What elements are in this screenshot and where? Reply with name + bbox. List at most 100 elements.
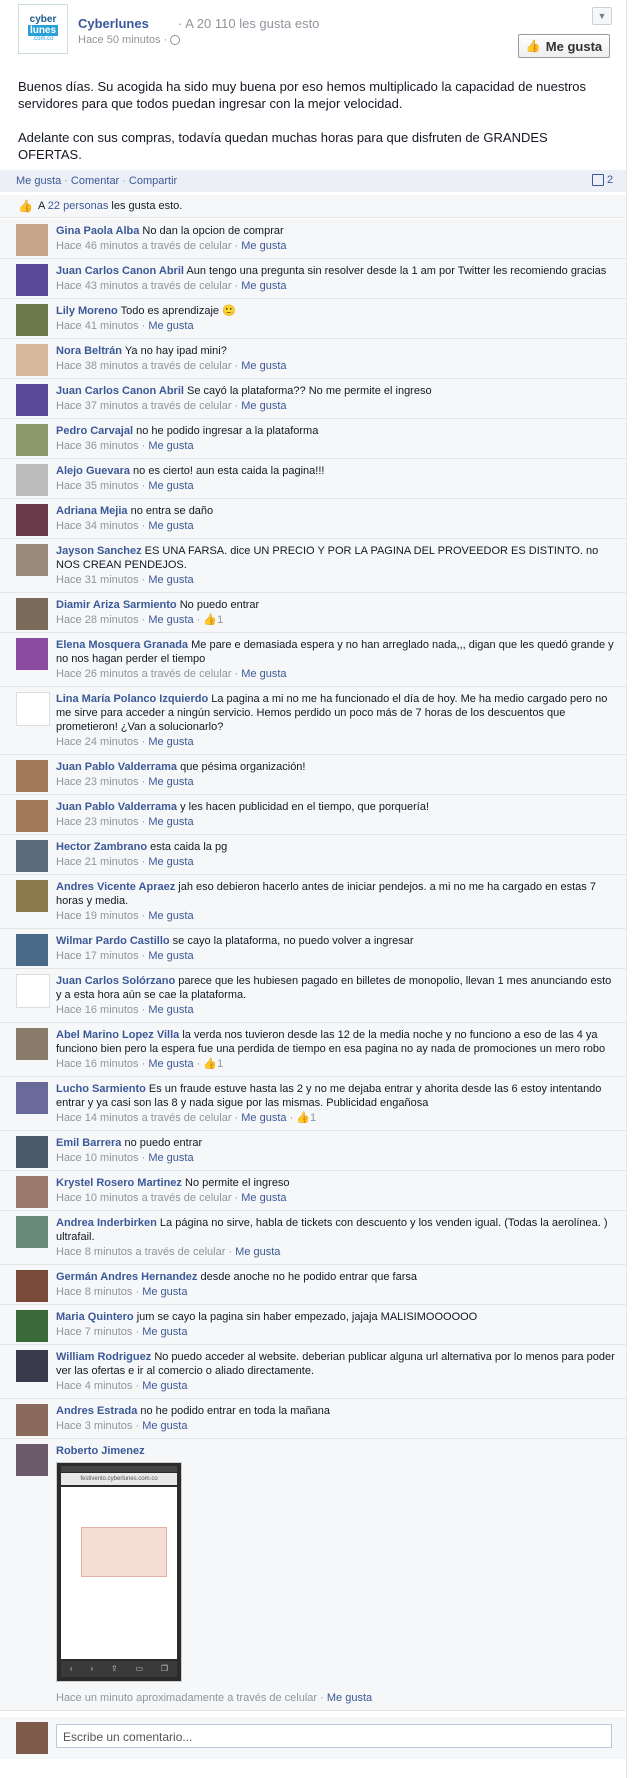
avatar[interactable]: [16, 1176, 48, 1208]
commenter-name-link[interactable]: Lily Moreno: [56, 305, 118, 317]
avatar[interactable]: [16, 880, 48, 912]
avatar[interactable]: [16, 384, 48, 416]
commenter-name-link[interactable]: Nora Beltrán: [56, 345, 122, 357]
avatar[interactable]: [16, 598, 48, 630]
comment-like-link[interactable]: Me gusta: [142, 1326, 187, 1338]
comment-like-link[interactable]: Me gusta: [148, 574, 193, 586]
commenter-name-link[interactable]: Andres Vicente Apraez: [56, 881, 175, 893]
avatar[interactable]: [16, 692, 50, 726]
avatar[interactable]: [16, 1270, 48, 1302]
commenter-name-link[interactable]: Juan Pablo Valderrama: [56, 761, 177, 773]
commenter-name-link[interactable]: Pedro Carvajal: [56, 425, 133, 437]
avatar[interactable]: [16, 344, 48, 376]
commenter-name-link[interactable]: William Rodriguez: [56, 1351, 151, 1363]
comment-item: Germán Andres Hernandez desde anoche no …: [0, 1265, 626, 1305]
commenter-name-link[interactable]: Alejo Guevara: [56, 465, 130, 477]
comment-like-link[interactable]: Me gusta: [148, 320, 193, 332]
avatar[interactable]: [16, 544, 48, 576]
comment-count[interactable]: 2: [592, 174, 613, 187]
commenter-name-link[interactable]: Maria Quintero: [56, 1311, 134, 1323]
comment-like-link[interactable]: Me gusta: [148, 440, 193, 452]
page-like-button[interactable]: 👍 Me gusta: [518, 34, 610, 58]
avatar[interactable]: [16, 504, 48, 536]
commenter-name-link[interactable]: Krystel Rosero Martinez: [56, 1177, 182, 1189]
avatar[interactable]: [16, 934, 48, 966]
avatar[interactable]: [16, 1350, 48, 1382]
commenter-name-link[interactable]: Lucho Sarmiento: [56, 1083, 146, 1095]
avatar[interactable]: [16, 464, 48, 496]
likes-people-link[interactable]: 22 personas: [48, 200, 109, 212]
page-logo[interactable]: cyber lunes .com.co: [18, 4, 68, 54]
comment-like-link[interactable]: Me gusta: [142, 1380, 187, 1392]
commenter-name-link[interactable]: Juan Carlos Canon Abril: [56, 385, 184, 397]
comment-like-link[interactable]: Me gusta: [148, 816, 193, 828]
avatar[interactable]: [16, 1310, 48, 1342]
comment-like-link[interactable]: Me gusta: [241, 400, 286, 412]
comment-input-box[interactable]: [56, 1724, 612, 1748]
comment-text: no he podido ingresar a la plataforma: [136, 425, 319, 437]
commenter-name-link[interactable]: Emil Barrera: [56, 1137, 121, 1149]
avatar[interactable]: [16, 224, 48, 256]
commenter-name-link[interactable]: Gina Paola Alba: [56, 225, 139, 237]
comment-like-link[interactable]: Me gusta: [142, 1286, 187, 1298]
comment-like-link[interactable]: Me gusta: [327, 1692, 372, 1704]
comment-like-link[interactable]: Me gusta: [235, 1246, 280, 1258]
commenter-name-link[interactable]: Juan Carlos Canon Abril: [56, 265, 184, 277]
comment-like-link[interactable]: Me gusta: [241, 240, 286, 252]
forward-icon: ›: [90, 1664, 94, 1673]
commenter-name-link[interactable]: Andrea Inderbirken: [56, 1217, 157, 1229]
comment-like-link[interactable]: Me gusta: [241, 1192, 286, 1204]
comment-body: Juan Pablo Valderrama que pésima organiz…: [56, 760, 616, 774]
commenter-name-link[interactable]: Adriana Mejia: [56, 505, 128, 517]
avatar[interactable]: [16, 1136, 48, 1168]
post-options-chevron-icon[interactable]: ▼: [592, 7, 612, 25]
comment-like-link[interactable]: Me gusta: [142, 1420, 187, 1432]
comment-like-link[interactable]: Me gusta: [148, 1152, 193, 1164]
avatar[interactable]: [16, 304, 48, 336]
avatar[interactable]: [16, 1404, 48, 1436]
commenter-name-link[interactable]: Elena Mosquera Granada: [56, 639, 188, 651]
commenter-name-link[interactable]: Hector Zambrano: [56, 841, 147, 853]
commenter-name-link[interactable]: Andres Estrada: [56, 1405, 137, 1417]
avatar[interactable]: [16, 1216, 48, 1248]
commenter-name-link[interactable]: Diamir Ariza Sarmiento: [56, 599, 177, 611]
avatar[interactable]: [16, 638, 48, 670]
like-link[interactable]: Me gusta: [16, 175, 61, 187]
comment-like-link[interactable]: Me gusta: [148, 856, 193, 868]
comment-like-link[interactable]: Me gusta: [148, 1058, 193, 1070]
comment-like-link[interactable]: Me gusta: [148, 910, 193, 922]
commenter-name-link[interactable]: Juan Pablo Valderrama: [56, 801, 177, 813]
comment-link[interactable]: Comentar: [71, 175, 119, 187]
share-link[interactable]: Compartir: [129, 175, 177, 187]
commenter-name-link[interactable]: Wilmar Pardo Castillo: [56, 935, 170, 947]
avatar[interactable]: [16, 264, 48, 296]
commenter-name-link[interactable]: Jayson Sanchez: [56, 545, 142, 557]
comment-like-link[interactable]: Me gusta: [241, 360, 286, 372]
avatar[interactable]: [16, 760, 48, 792]
avatar[interactable]: [16, 1028, 48, 1060]
avatar[interactable]: [16, 1444, 48, 1476]
commenter-name-link[interactable]: Lina María Polanco Izquierdo: [56, 693, 208, 705]
avatar[interactable]: [16, 800, 48, 832]
comment-like-link[interactable]: Me gusta: [148, 1004, 193, 1016]
avatar[interactable]: [16, 974, 50, 1008]
avatar[interactable]: [16, 424, 48, 456]
avatar[interactable]: [16, 1082, 48, 1114]
comment-like-link[interactable]: Me gusta: [148, 614, 193, 626]
comment-like-link[interactable]: Me gusta: [241, 668, 286, 680]
commenter-name-link[interactable]: Germán Andres Hernandez: [56, 1271, 197, 1283]
comment-like-link[interactable]: Me gusta: [148, 480, 193, 492]
comment-like-link[interactable]: Me gusta: [148, 950, 193, 962]
commenter-name-link[interactable]: Abel Marino Lopez Villa: [56, 1029, 179, 1041]
commenter-name-link[interactable]: Roberto Jimenez: [56, 1445, 145, 1457]
avatar[interactable]: [16, 840, 48, 872]
page-name-link[interactable]: Cyberlunes: [78, 16, 149, 31]
comment-like-link[interactable]: Me gusta: [148, 520, 193, 532]
attached-screenshot-image[interactable]: festivento.cyberlunes.com.co ‹ › ⇪ ▭ ❐: [56, 1462, 182, 1682]
comment-like-link[interactable]: Me gusta: [148, 736, 193, 748]
comment-input[interactable]: [61, 1726, 575, 1748]
comment-like-link[interactable]: Me gusta: [241, 280, 286, 292]
comment-like-link[interactable]: Me gusta: [148, 776, 193, 788]
comment-like-link[interactable]: Me gusta: [241, 1112, 286, 1124]
commenter-name-link[interactable]: Juan Carlos Solórzano: [56, 975, 175, 987]
